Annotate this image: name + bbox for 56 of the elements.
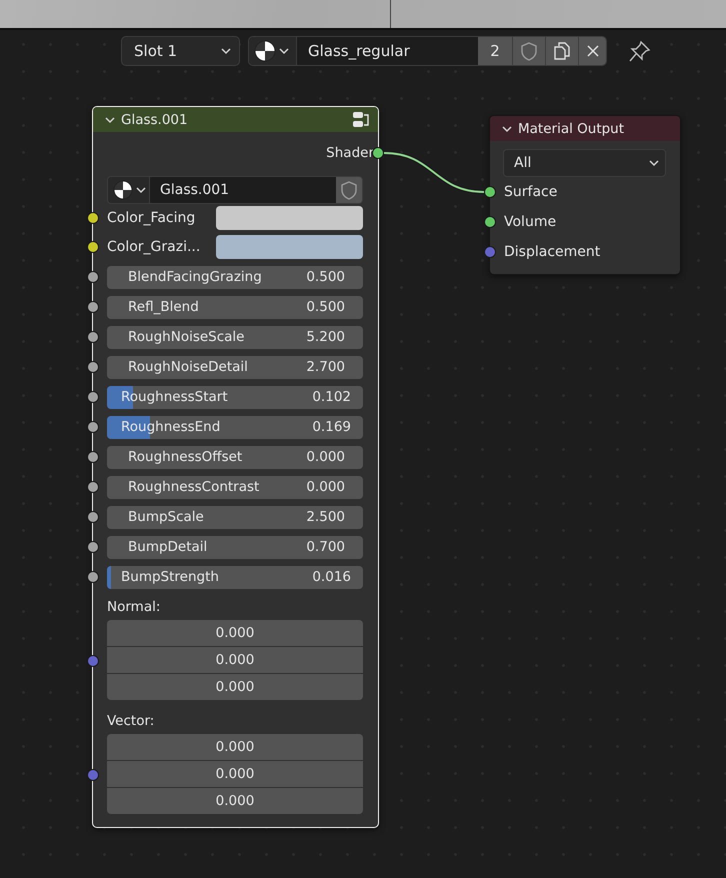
node-group-icon[interactable] xyxy=(352,110,370,128)
number-field[interactable]: 0.000 xyxy=(107,788,363,814)
input-socket[interactable] xyxy=(87,301,99,313)
slider-field[interactable]: BumpStrength 0.016 xyxy=(107,566,363,588)
caret-icon xyxy=(649,159,659,167)
number-field[interactable]: RoughNoiseDetail 2.700 xyxy=(107,356,363,378)
number-field[interactable]: RoughNoiseScale 5.200 xyxy=(107,326,363,348)
node-panel[interactable] xyxy=(92,106,379,828)
input-socket[interactable] xyxy=(484,216,496,228)
number-field[interactable]: BumpDetail 0.700 xyxy=(107,536,363,558)
caret-icon xyxy=(221,47,231,55)
color-swatch[interactable] xyxy=(216,206,363,230)
input-socket[interactable] xyxy=(484,246,496,258)
node-title: Glass.001 xyxy=(121,112,189,128)
number-field[interactable]: 0.000 xyxy=(107,647,363,673)
input-socket[interactable] xyxy=(87,391,99,403)
output-socket[interactable] xyxy=(372,147,384,159)
number-field[interactable]: Refl_Blend 0.500 xyxy=(107,296,363,318)
number-field[interactable]: 0.000 xyxy=(107,674,363,700)
input-socket[interactable] xyxy=(87,541,99,553)
number-field[interactable]: BlendFacingGrazing 0.500 xyxy=(107,266,363,288)
input-socket[interactable] xyxy=(87,451,99,463)
input-socket[interactable] xyxy=(87,571,99,583)
number-field[interactable]: BumpScale 2.500 xyxy=(107,506,363,528)
input-socket[interactable] xyxy=(87,361,99,373)
input-socket[interactable] xyxy=(87,271,99,283)
chevron-down-icon[interactable] xyxy=(502,124,512,132)
input-socket[interactable] xyxy=(87,241,99,253)
socket-label: Normal: xyxy=(107,598,162,617)
number-field[interactable]: RoughnessContrast 0.000 xyxy=(107,476,363,498)
slot-dropdown[interactable]: Slot 1 xyxy=(121,36,240,66)
pin-icon[interactable] xyxy=(628,39,652,63)
socket-label: Volume xyxy=(504,214,556,230)
chevron-down-icon[interactable] xyxy=(105,116,115,124)
input-socket[interactable] xyxy=(87,655,99,667)
number-field[interactable]: 0.000 xyxy=(107,620,363,646)
socket-label: Shader xyxy=(326,145,374,161)
input-socket[interactable] xyxy=(484,186,496,198)
node-panel[interactable]: Material Output All Surface Volume Displacement xyxy=(489,115,681,275)
target-dropdown[interactable]: All xyxy=(503,149,666,177)
number-field[interactable]: 0.000 xyxy=(107,761,363,787)
socket-label: Displacement xyxy=(504,244,600,260)
input-socket[interactable] xyxy=(87,421,99,433)
input-socket[interactable] xyxy=(87,212,99,224)
color-swatch[interactable] xyxy=(216,235,363,259)
input-socket[interactable] xyxy=(87,769,99,781)
number-field[interactable]: RoughnessOffset 0.000 xyxy=(107,446,363,468)
input-socket[interactable] xyxy=(87,511,99,523)
socket-label: Vector: xyxy=(107,712,156,731)
input-socket[interactable] xyxy=(87,481,99,493)
number-field[interactable]: 0.000 xyxy=(107,734,363,760)
socket-label: Color_Facing xyxy=(107,210,196,226)
socket-label: Surface xyxy=(504,184,558,200)
node-title: Material Output xyxy=(518,120,626,136)
socket-label: Color_Grazi... xyxy=(107,239,202,255)
input-socket[interactable] xyxy=(87,331,99,343)
